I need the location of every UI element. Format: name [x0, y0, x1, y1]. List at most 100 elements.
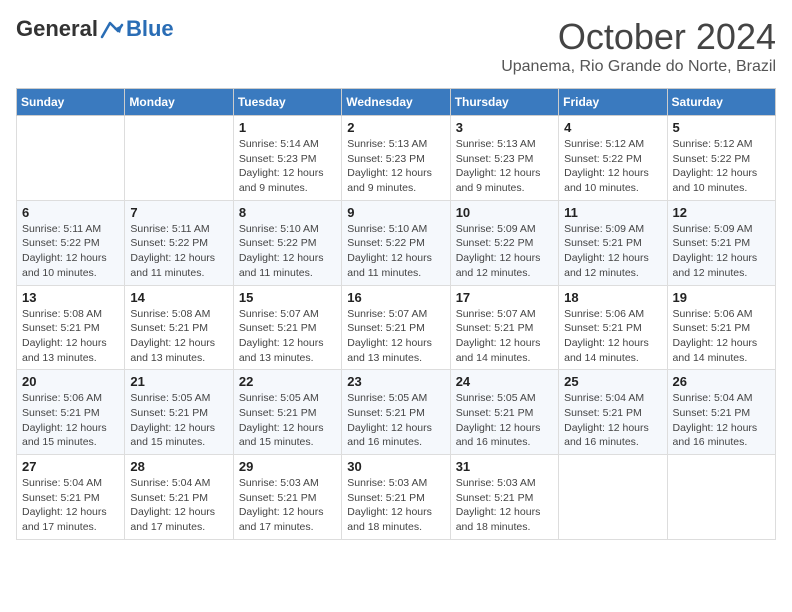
calendar-cell: 24 Sunrise: 5:05 AM Sunset: 5:21 PM Dayli… — [450, 370, 558, 455]
calendar-cell: 30Sunrise: 5:03 AM Sunset: 5:21 PM Dayli… — [342, 455, 450, 540]
day-number: 8 — [239, 205, 336, 220]
calendar-cell: 7 Sunrise: 5:11 AM Sunset: 5:22 PM Daylig… — [125, 200, 233, 285]
day-info: Sunrise: 5:08 AM Sunset: 5:21 PM Dayligh… — [22, 307, 119, 366]
calendar-cell: 9 Sunrise: 5:10 AM Sunset: 5:22 PM Daylig… — [342, 200, 450, 285]
day-number: 19 — [673, 290, 770, 305]
day-number: 6 — [22, 205, 119, 220]
day-info: Sunrise: 5:04 AM Sunset: 5:21 PM Dayligh… — [673, 391, 770, 450]
day-info: Sunrise: 5:08 AM Sunset: 5:21 PM Dayligh… — [130, 307, 227, 366]
col-header-friday: Friday — [559, 89, 667, 116]
col-header-tuesday: Tuesday — [233, 89, 341, 116]
calendar-cell: 17 Sunrise: 5:07 AM Sunset: 5:21 PM Dayli… — [450, 285, 558, 370]
calendar-cell: 29Sunrise: 5:03 AM Sunset: 5:21 PM Dayli… — [233, 455, 341, 540]
day-number: 20 — [22, 374, 119, 389]
calendar-cell: 16Sunrise: 5:07 AM Sunset: 5:21 PM Dayli… — [342, 285, 450, 370]
day-number: 7 — [130, 205, 227, 220]
logo-icon — [100, 19, 124, 39]
day-number: 13 — [22, 290, 119, 305]
day-info: Sunrise: 5:09 AM Sunset: 5:21 PM Dayligh… — [673, 222, 770, 281]
day-info: Sunrise: 5:05 AM Sunset: 5:21 PM Dayligh… — [239, 391, 336, 450]
logo-text: General Blue — [16, 16, 174, 42]
day-info: Sunrise: 5:11 AM Sunset: 5:22 PM Dayligh… — [130, 222, 227, 281]
calendar-cell: 15 Sunrise: 5:07 AM Sunset: 5:21 PM Dayli… — [233, 285, 341, 370]
day-info: Sunrise: 5:05 AM Sunset: 5:21 PM Dayligh… — [130, 391, 227, 450]
calendar-cell: 10 Sunrise: 5:09 AM Sunset: 5:22 PM Dayli… — [450, 200, 558, 285]
day-info: Sunrise: 5:11 AM Sunset: 5:22 PM Dayligh… — [22, 222, 119, 281]
day-info: Sunrise: 5:09 AM Sunset: 5:21 PM Dayligh… — [564, 222, 661, 281]
day-number: 5 — [673, 120, 770, 135]
calendar-cell: 27 Sunrise: 5:04 AM Sunset: 5:21 PM Dayli… — [17, 455, 125, 540]
logo-blue: Blue — [126, 16, 174, 42]
day-number: 21 — [130, 374, 227, 389]
day-number: 15 — [239, 290, 336, 305]
day-number: 24 — [456, 374, 553, 389]
day-info: Sunrise: 5:07 AM Sunset: 5:21 PM Dayligh… — [347, 307, 444, 366]
day-info: Sunrise: 5:14 AM Sunset: 5:23 PM Dayligh… — [239, 137, 336, 196]
day-number: 28 — [130, 459, 227, 474]
day-number: 25 — [564, 374, 661, 389]
day-number: 9 — [347, 205, 444, 220]
logo: General Blue — [16, 16, 174, 42]
col-header-monday: Monday — [125, 89, 233, 116]
day-info: Sunrise: 5:05 AM Sunset: 5:21 PM Dayligh… — [456, 391, 553, 450]
day-info: Sunrise: 5:07 AM Sunset: 5:21 PM Dayligh… — [239, 307, 336, 366]
day-number: 26 — [673, 374, 770, 389]
calendar-cell: 4 Sunrise: 5:12 AM Sunset: 5:22 PM Daylig… — [559, 116, 667, 201]
day-info: Sunrise: 5:12 AM Sunset: 5:22 PM Dayligh… — [564, 137, 661, 196]
calendar-cell: 31Sunrise: 5:03 AM Sunset: 5:21 PM Dayli… — [450, 455, 558, 540]
calendar-cell: 23Sunrise: 5:05 AM Sunset: 5:21 PM Dayli… — [342, 370, 450, 455]
logo-general: General — [16, 16, 98, 42]
calendar-cell — [125, 116, 233, 201]
col-header-saturday: Saturday — [667, 89, 775, 116]
title-section: October 2024 Upanema, Rio Grande do Nort… — [501, 16, 776, 76]
calendar-cell: 11 Sunrise: 5:09 AM Sunset: 5:21 PM Dayli… — [559, 200, 667, 285]
calendar-cell: 6 Sunrise: 5:11 AM Sunset: 5:22 PM Daylig… — [17, 200, 125, 285]
col-header-thursday: Thursday — [450, 89, 558, 116]
day-number: 3 — [456, 120, 553, 135]
day-number: 31 — [456, 459, 553, 474]
day-number: 27 — [22, 459, 119, 474]
day-number: 17 — [456, 290, 553, 305]
calendar-cell: 5 Sunrise: 5:12 AM Sunset: 5:22 PM Daylig… — [667, 116, 775, 201]
day-info: Sunrise: 5:06 AM Sunset: 5:21 PM Dayligh… — [673, 307, 770, 366]
day-info: Sunrise: 5:12 AM Sunset: 5:22 PM Dayligh… — [673, 137, 770, 196]
day-info: Sunrise: 5:09 AM Sunset: 5:22 PM Dayligh… — [456, 222, 553, 281]
calendar-table: SundayMondayTuesdayWednesdayThursdayFrid… — [16, 88, 776, 540]
day-number: 10 — [456, 205, 553, 220]
day-info: Sunrise: 5:06 AM Sunset: 5:21 PM Dayligh… — [22, 391, 119, 450]
calendar-cell — [559, 455, 667, 540]
day-number: 11 — [564, 205, 661, 220]
day-number: 12 — [673, 205, 770, 220]
calendar-cell: 1 Sunrise: 5:14 AM Sunset: 5:23 PM Daylig… — [233, 116, 341, 201]
calendar-cell: 21 Sunrise: 5:05 AM Sunset: 5:21 PM Dayli… — [125, 370, 233, 455]
col-header-sunday: Sunday — [17, 89, 125, 116]
calendar-cell: 3 Sunrise: 5:13 AM Sunset: 5:23 PM Daylig… — [450, 116, 558, 201]
day-number: 18 — [564, 290, 661, 305]
day-number: 14 — [130, 290, 227, 305]
calendar-cell: 12 Sunrise: 5:09 AM Sunset: 5:21 PM Dayli… — [667, 200, 775, 285]
day-info: Sunrise: 5:13 AM Sunset: 5:23 PM Dayligh… — [456, 137, 553, 196]
page-header: General Blue October 2024 Upanema, Rio G… — [16, 16, 776, 76]
day-info: Sunrise: 5:13 AM Sunset: 5:23 PM Dayligh… — [347, 137, 444, 196]
calendar-cell — [17, 116, 125, 201]
calendar-cell: 22 Sunrise: 5:05 AM Sunset: 5:21 PM Dayli… — [233, 370, 341, 455]
day-info: Sunrise: 5:10 AM Sunset: 5:22 PM Dayligh… — [347, 222, 444, 281]
day-number: 22 — [239, 374, 336, 389]
day-number: 4 — [564, 120, 661, 135]
day-info: Sunrise: 5:03 AM Sunset: 5:21 PM Dayligh… — [347, 476, 444, 535]
calendar-cell — [667, 455, 775, 540]
day-number: 1 — [239, 120, 336, 135]
day-info: Sunrise: 5:04 AM Sunset: 5:21 PM Dayligh… — [22, 476, 119, 535]
col-header-wednesday: Wednesday — [342, 89, 450, 116]
calendar-cell: 2Sunrise: 5:13 AM Sunset: 5:23 PM Daylig… — [342, 116, 450, 201]
day-info: Sunrise: 5:06 AM Sunset: 5:21 PM Dayligh… — [564, 307, 661, 366]
day-info: Sunrise: 5:07 AM Sunset: 5:21 PM Dayligh… — [456, 307, 553, 366]
calendar-cell: 25Sunrise: 5:04 AM Sunset: 5:21 PM Dayli… — [559, 370, 667, 455]
calendar-cell: 18 Sunrise: 5:06 AM Sunset: 5:21 PM Dayli… — [559, 285, 667, 370]
calendar-cell: 8Sunrise: 5:10 AM Sunset: 5:22 PM Daylig… — [233, 200, 341, 285]
calendar-cell: 28Sunrise: 5:04 AM Sunset: 5:21 PM Dayli… — [125, 455, 233, 540]
day-number: 23 — [347, 374, 444, 389]
day-info: Sunrise: 5:03 AM Sunset: 5:21 PM Dayligh… — [239, 476, 336, 535]
calendar-cell: 26 Sunrise: 5:04 AM Sunset: 5:21 PM Dayli… — [667, 370, 775, 455]
calendar-cell: 14 Sunrise: 5:08 AM Sunset: 5:21 PM Dayli… — [125, 285, 233, 370]
